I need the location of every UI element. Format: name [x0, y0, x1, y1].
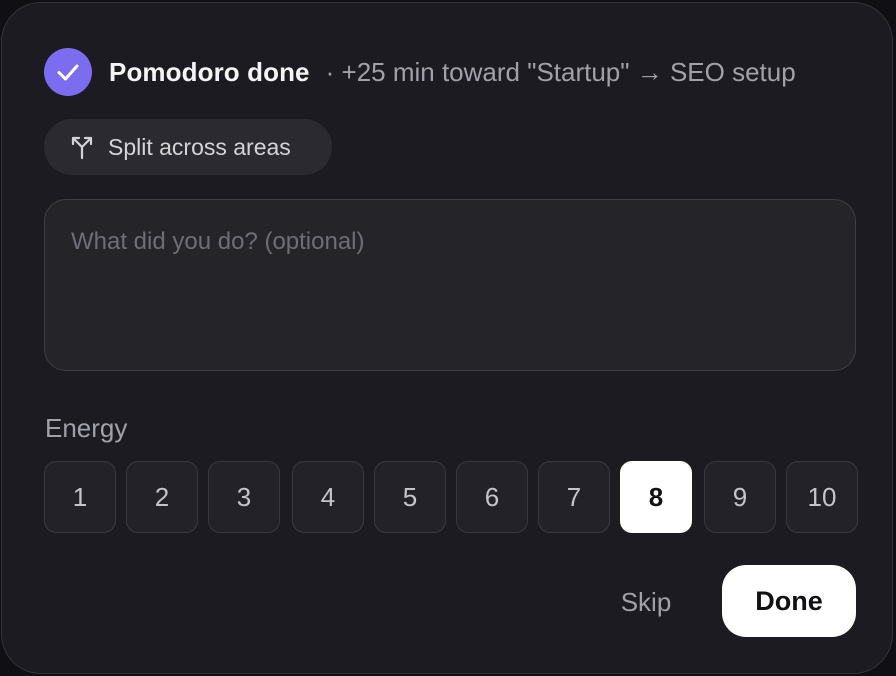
- energy-option-8[interactable]: 8: [620, 461, 692, 533]
- energy-option-10[interactable]: 10: [786, 461, 858, 533]
- notes-input[interactable]: [44, 199, 856, 371]
- split-across-areas-button[interactable]: Split across areas: [44, 119, 332, 175]
- energy-option-6[interactable]: 6: [456, 461, 528, 533]
- energy-option-5[interactable]: 5: [374, 461, 446, 533]
- dialog-title: Pomodoro done: [109, 56, 310, 87]
- energy-option-1[interactable]: 1: [44, 461, 116, 533]
- dialog-header: Pomodoro done · +25 min toward "Startup"…: [44, 48, 796, 96]
- check-icon: [44, 48, 92, 96]
- energy-option-7[interactable]: 7: [538, 461, 610, 533]
- energy-selector: 1 2 3 4 5 6 7 8 9 10: [44, 461, 858, 533]
- energy-option-9[interactable]: 9: [704, 461, 776, 533]
- skip-button[interactable]: Skip: [598, 575, 694, 629]
- dialog-subtitle: · +25 min toward "Startup" → SEO setup: [325, 56, 796, 87]
- split-icon: [68, 133, 96, 161]
- energy-label: Energy: [45, 413, 128, 443]
- energy-option-3[interactable]: 3: [208, 461, 280, 533]
- done-button[interactable]: Done: [722, 565, 856, 637]
- energy-option-4[interactable]: 4: [292, 461, 364, 533]
- energy-option-2[interactable]: 2: [126, 461, 198, 533]
- split-button-label: Split across areas: [108, 133, 291, 160]
- pomodoro-complete-dialog: Pomodoro done · +25 min toward "Startup"…: [1, 2, 893, 674]
